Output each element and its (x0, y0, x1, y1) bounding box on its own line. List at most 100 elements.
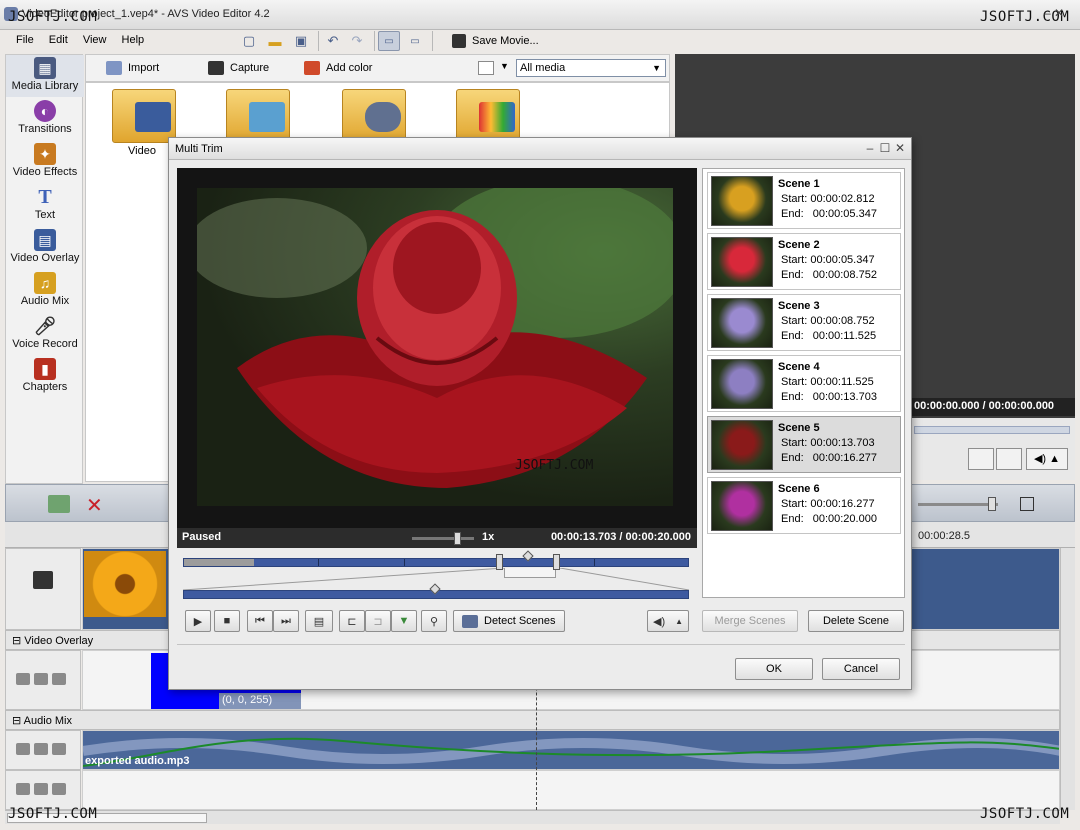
dialog-volume-button[interactable]: ◀) ▲ (647, 610, 689, 632)
media-folder-colors[interactable] (456, 89, 520, 143)
aspect-4-3-button[interactable]: ▭ (378, 31, 400, 51)
fullscreen-button[interactable] (968, 448, 994, 470)
ok-button[interactable]: OK (735, 658, 813, 680)
add-color-button[interactable]: Add color (304, 61, 372, 75)
main-preview-seekbar[interactable] (914, 426, 1070, 434)
scene-end-time: 00:00:20.000 (812, 513, 877, 525)
timeline-delete-button[interactable]: ✕ (86, 493, 103, 518)
window-controls[interactable]: – ✕ (1044, 6, 1074, 22)
scene-item[interactable]: Scene 4 Start: 00:00:11.525 End: 00:00:13.… (707, 355, 901, 412)
view-mode-dropdown-icon[interactable]: ▼ (500, 61, 509, 71)
scene-start-prefix: Start: (781, 193, 808, 205)
previous-frame-button[interactable]: ⏮︎ (247, 610, 273, 632)
import-button[interactable]: Import (106, 61, 159, 75)
set-end-button[interactable]: ⊐ (365, 610, 391, 632)
add-scene-button[interactable]: ▼ (391, 610, 417, 632)
video-clip-thumb[interactable] (84, 551, 166, 617)
view-mode-button[interactable] (478, 61, 494, 75)
scene-end-handle[interactable] (553, 554, 560, 570)
scene-start-handle[interactable] (496, 554, 503, 570)
nav-text[interactable]: T Text (6, 184, 84, 226)
audio-track[interactable]: exported audio.mp3 (82, 730, 1060, 770)
eye-icon[interactable] (16, 673, 30, 685)
lock-icon[interactable] (34, 743, 48, 755)
overlay-track-header (5, 650, 81, 710)
redo-icon: ↷ (351, 33, 363, 48)
timeline-zoom-knob[interactable] (988, 497, 996, 511)
save-movie-button[interactable]: Save Movie... (452, 34, 539, 48)
video-overlay-section-label: Video Overlay (24, 635, 94, 647)
aspect-16-9-button[interactable]: ▭ (404, 31, 426, 51)
media-filter-select[interactable]: All media ▼ (516, 59, 666, 77)
stop-button[interactable]: ■ (214, 610, 240, 632)
delete-scene-button[interactable]: Delete Scene (808, 610, 904, 632)
nav-transitions[interactable]: ◐ Transitions (6, 98, 84, 140)
nav-label: Video Overlay (10, 252, 80, 264)
redo-button[interactable]: ↷ (346, 31, 368, 51)
trim-video-preview[interactable]: JSOFTJ.COM (177, 168, 697, 528)
timeline-horizontal-scrollbar[interactable] (5, 810, 1060, 824)
nav-media-library[interactable]: ▦ Media Library (6, 55, 84, 97)
next-frame-button[interactable]: ⏭︎ (273, 610, 299, 632)
timeline-insert-button[interactable] (48, 495, 70, 513)
eye-icon[interactable] (16, 743, 30, 755)
save-project-button[interactable]: ▣ (290, 31, 312, 51)
new-project-button[interactable]: ▢ (238, 31, 260, 51)
media-folder-audio[interactable] (342, 89, 406, 143)
menu-view[interactable]: View (77, 30, 113, 49)
scene-start-prefix: Start: (781, 437, 808, 449)
close-icon[interactable]: ✕ (893, 141, 907, 155)
minimize-icon[interactable]: – (1044, 6, 1051, 20)
nav-video-overlay[interactable]: ▤ Video Overlay (6, 227, 84, 269)
undo-icon: ↶ (327, 33, 339, 48)
speed-slider[interactable] (412, 532, 474, 545)
play-button[interactable]: ▶ (185, 610, 211, 632)
lock-icon[interactable] (34, 783, 48, 795)
set-start-button[interactable]: ⊏ (339, 610, 365, 632)
volume-button[interactable]: ◀) ▲ (1026, 448, 1068, 470)
camera-icon (208, 61, 224, 75)
media-folder-video[interactable] (112, 89, 176, 143)
menu-edit[interactable]: Edit (43, 30, 74, 49)
playback-time: 00:00:13.703 / 00:00:20.000 (550, 531, 691, 543)
nav-video-effects[interactable]: ✦ Video Effects (6, 141, 84, 183)
open-project-button[interactable]: ▬ (264, 31, 286, 51)
lock-icon[interactable] (34, 673, 48, 685)
maximize-icon[interactable]: ☐ (878, 141, 892, 155)
capture-button[interactable]: Capture (208, 61, 269, 75)
scene-name: Scene 5 (778, 422, 820, 434)
scene-range-bar[interactable] (183, 558, 689, 567)
nav-voice-record[interactable]: 🎤︎ Voice Record (6, 313, 84, 355)
voice-track[interactable] (82, 770, 1060, 810)
scene-end-prefix: End: (781, 269, 804, 281)
media-folder-images[interactable] (226, 89, 290, 143)
mark-scene-button[interactable]: ▤ (305, 610, 333, 632)
audio-mix-section[interactable]: ⊟ Audio Mix (5, 710, 1060, 730)
menu-file[interactable]: File (10, 30, 40, 49)
scene-item[interactable]: Scene 2 Start: 00:00:05.347 End: 00:00:08.… (707, 233, 901, 290)
speed-slider-knob[interactable] (454, 532, 461, 545)
scene-item[interactable]: Scene 5 Start: 00:00:13.703 End: 00:00:16.… (707, 416, 901, 473)
timeline-zoom-slider[interactable] (918, 503, 998, 506)
menu-help[interactable]: Help (116, 30, 151, 49)
fit-timeline-button[interactable] (1020, 497, 1034, 511)
undo-button[interactable]: ↶ (322, 31, 344, 51)
eye-icon[interactable] (16, 783, 30, 795)
snapshot-button[interactable] (996, 448, 1022, 470)
film-strip-icon (135, 102, 171, 132)
cancel-button[interactable]: Cancel (822, 658, 900, 680)
scene-item[interactable]: Scene 3 Start: 00:00:08.752 End: 00:00:11.… (707, 294, 901, 351)
text-icon: T (38, 185, 52, 208)
close-icon[interactable]: ✕ (1054, 6, 1064, 20)
nav-label: Text (34, 209, 56, 221)
scene-item[interactable]: Scene 1 Start: 00:00:02.812 End: 00:00:05.… (707, 172, 901, 229)
scene-thumbnail (711, 176, 773, 226)
nav-audio-mix[interactable]: ♫ Audio Mix (6, 270, 84, 312)
zoom-button[interactable]: ⚲ (421, 610, 447, 632)
timeline-vertical-scrollbar[interactable] (1060, 548, 1075, 810)
detect-scenes-button[interactable]: Detect Scenes (453, 610, 565, 632)
minimize-icon[interactable]: – (863, 141, 877, 155)
merge-scenes-button[interactable]: Merge Scenes (702, 610, 798, 632)
nav-chapters[interactable]: ▮ Chapters (6, 356, 84, 398)
scene-item[interactable]: Scene 6 Start: 00:00:16.277 End: 00:00:20.… (707, 477, 901, 534)
